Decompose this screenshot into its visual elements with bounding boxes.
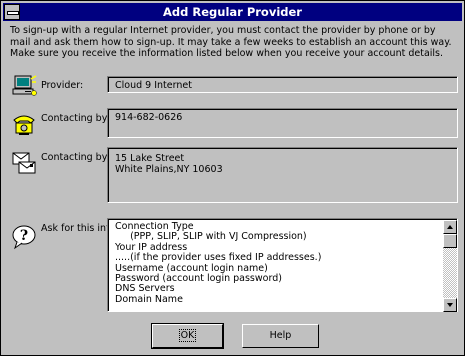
add-regular-provider-dialog: Add Regular Provider To sign-up with a r…	[0, 0, 465, 356]
scroll-thumb[interactable]	[443, 234, 457, 248]
scroll-down-button[interactable]	[443, 298, 457, 312]
info-listbox[interactable]: Connection Type (PPP, SLIP, SLIP with VJ…	[107, 218, 458, 312]
provider-label: Provider:	[41, 80, 84, 91]
help-button-label: Help	[269, 330, 292, 341]
title-bar: Add Regular Provider	[3, 3, 462, 21]
info-list-item: Domain Name	[115, 293, 183, 305]
mail-field: 15 Lake Street White Plains,NY 10603	[107, 147, 458, 203]
phone-value: 914-682-0626	[108, 109, 457, 137]
computer-icon	[11, 73, 37, 99]
info-list: Connection Type (PPP, SLIP, SLIP with VJ…	[115, 222, 439, 310]
ok-button[interactable]: OK	[151, 323, 224, 349]
ok-button-label: OK	[178, 329, 197, 342]
telephone-icon	[11, 111, 37, 137]
mail-envelope-icon	[11, 150, 37, 176]
phone-field: 914-682-0626	[107, 108, 458, 138]
scroll-up-button[interactable]	[443, 220, 457, 234]
mail-value: 15 Lake Street White Plains,NY 10603	[108, 148, 457, 202]
vertical-scrollbar[interactable]	[443, 220, 457, 312]
scroll-track[interactable]	[443, 248, 457, 298]
question-bubble-icon: ?	[11, 224, 37, 250]
svg-text:?: ?	[20, 228, 28, 244]
window-title: Add Regular Provider	[163, 5, 302, 19]
arrow-up-icon	[447, 225, 453, 229]
intro-text: To sign-up with a regular Internet provi…	[10, 25, 452, 59]
arrow-down-icon	[447, 303, 453, 307]
help-button[interactable]: Help	[242, 324, 319, 348]
provider-value: Cloud 9 Internet	[108, 77, 457, 92]
provider-field: Cloud 9 Internet	[107, 76, 458, 93]
